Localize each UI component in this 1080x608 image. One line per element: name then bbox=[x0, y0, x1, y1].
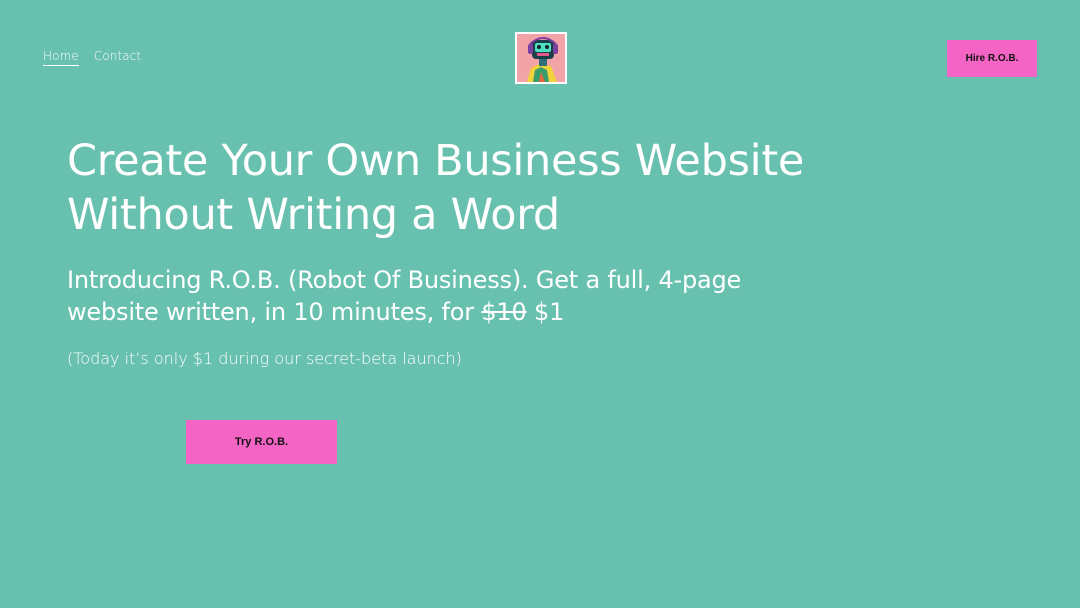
hero-subheadline: Introducing R.O.B. (Robot Of Business). … bbox=[67, 264, 827, 328]
hero-section: Create Your Own Business Website Without… bbox=[67, 134, 827, 370]
nav-link-contact[interactable]: Contact bbox=[94, 49, 141, 66]
try-rob-button[interactable]: Try R.O.B. bbox=[186, 420, 337, 464]
robot-avatar-icon bbox=[517, 34, 565, 82]
site-header: Home Contact Hire R.O.B. bbox=[0, 0, 1080, 110]
rob-logo[interactable] bbox=[515, 32, 567, 84]
hire-rob-button[interactable]: Hire R.O.B. bbox=[947, 40, 1037, 77]
old-price: $10 bbox=[481, 298, 527, 326]
hero-headline: Create Your Own Business Website Without… bbox=[67, 136, 805, 240]
subhead-text: Introducing R.O.B. (Robot Of Business). … bbox=[67, 266, 742, 326]
new-price: $1 bbox=[534, 298, 565, 326]
beta-note: (Today it’s only $1 during our secret-be… bbox=[67, 349, 462, 368]
main-nav: Home Contact bbox=[43, 49, 141, 66]
nav-link-home[interactable]: Home bbox=[43, 49, 79, 66]
